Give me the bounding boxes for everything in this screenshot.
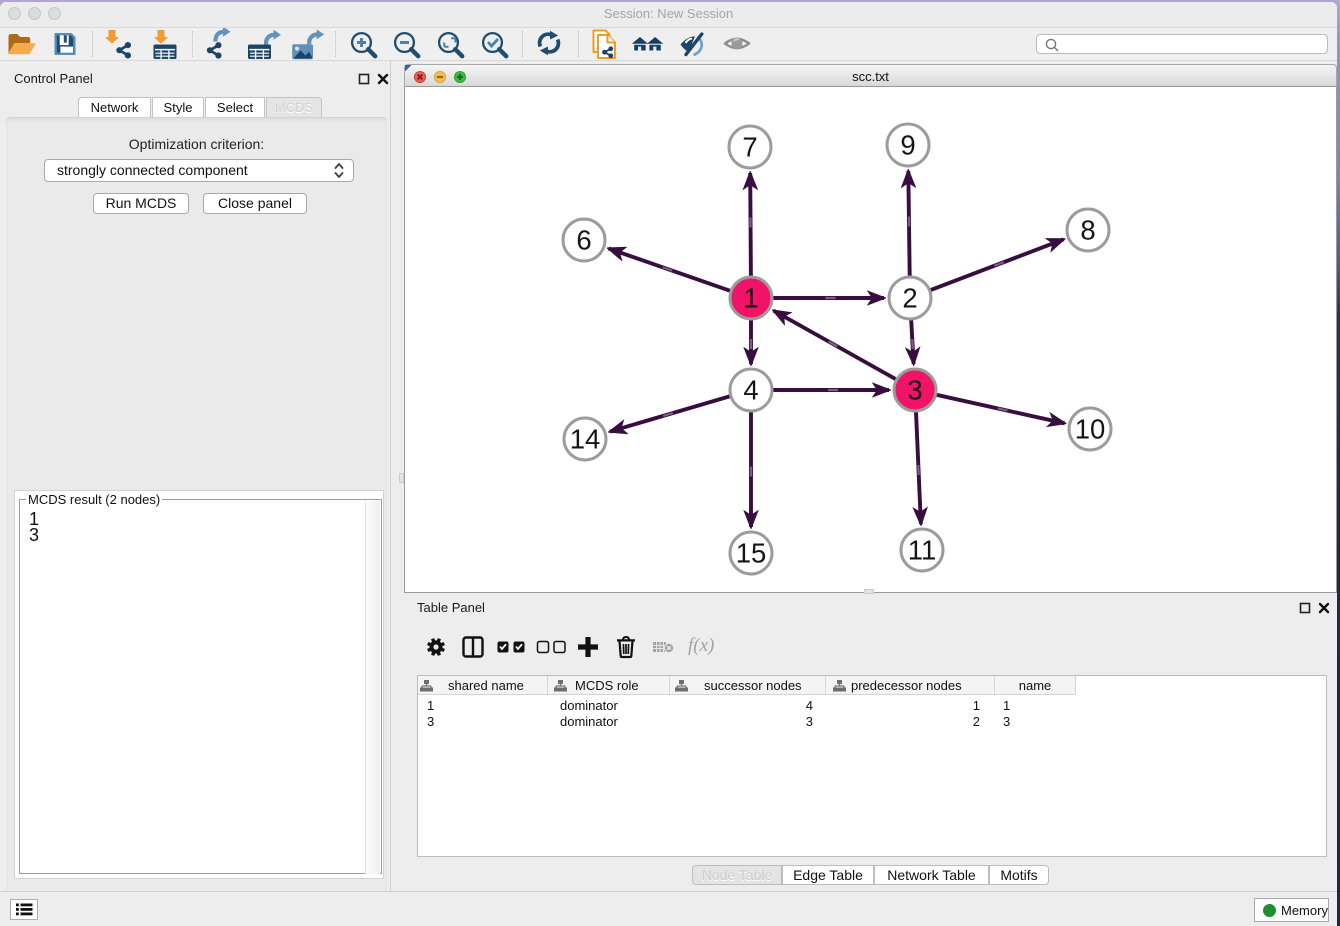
svg-text:11: 11 bbox=[908, 535, 937, 566]
svg-text:14: 14 bbox=[570, 424, 601, 455]
svg-text:9: 9 bbox=[900, 130, 915, 161]
svg-text:1: 1 bbox=[743, 283, 758, 314]
svg-text:15: 15 bbox=[736, 538, 767, 569]
svg-text:3: 3 bbox=[907, 375, 922, 406]
svg-text:6: 6 bbox=[576, 225, 591, 256]
svg-text:8: 8 bbox=[1080, 215, 1095, 246]
svg-text:7: 7 bbox=[742, 132, 757, 163]
svg-text:4: 4 bbox=[743, 375, 758, 406]
svg-text:2: 2 bbox=[902, 283, 917, 314]
svg-text:10: 10 bbox=[1075, 414, 1106, 445]
